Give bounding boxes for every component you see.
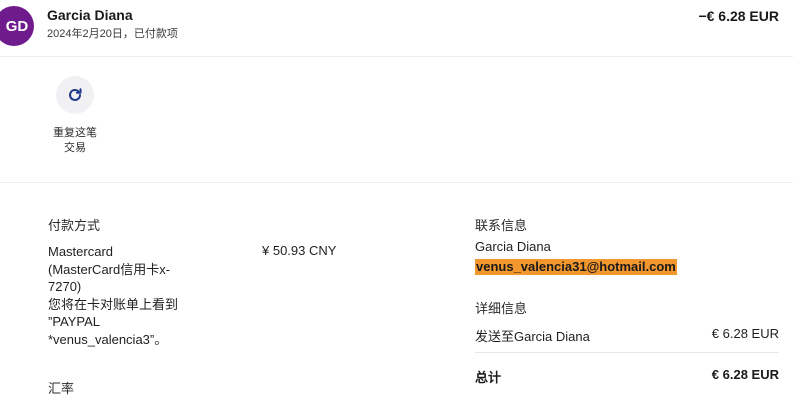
total-divider bbox=[475, 352, 779, 353]
avatar: GD bbox=[0, 6, 34, 46]
avatar-initials: GD bbox=[5, 17, 29, 35]
section-divider bbox=[0, 182, 793, 183]
payment-line: 7270) bbox=[48, 279, 82, 294]
ship-to-label: 发送至Garcia Diana bbox=[475, 329, 590, 344]
payment-line: ”PAYPAL bbox=[48, 314, 101, 329]
payment-line: 您将在卡对账单上看到 bbox=[48, 296, 179, 312]
payment-line: (MasterCard信用卡x- bbox=[48, 261, 171, 277]
exchange-rate-title: 汇率 bbox=[48, 381, 75, 396]
payment-method-title: 付款方式 bbox=[48, 218, 101, 233]
contact-email[interactable]: venus_valencia31@hotmail.com bbox=[475, 259, 677, 275]
repeat-transaction-label[interactable]: 重复这笔 交易 bbox=[50, 126, 100, 156]
repeat-transaction[interactable]: 重复这笔 交易 bbox=[40, 76, 110, 156]
repeat-label-line2: 交易 bbox=[64, 142, 86, 154]
repeat-label-line1: 重复这笔 bbox=[53, 127, 97, 139]
refresh-icon bbox=[69, 88, 82, 101]
payment-line: Mastercard bbox=[48, 244, 114, 259]
ship-to-amount: € 6.28 EUR bbox=[711, 326, 779, 341]
payment-method-details: Mastercard (MasterCard信用卡x- 7270) 您将在卡对账… bbox=[48, 243, 208, 348]
transaction-date-status: 2024年2月20日，已付款项 bbox=[47, 28, 178, 40]
payee-name: Garcia Diana bbox=[47, 7, 133, 23]
transaction-amount: −€ 6.28 EUR bbox=[698, 8, 779, 24]
payment-amount-cny: ¥ 50.93 CNY bbox=[262, 243, 337, 258]
details-title: 详细信息 bbox=[475, 301, 528, 316]
payment-line: *venus_valencia3”。 bbox=[48, 331, 168, 347]
repeat-transaction-button[interactable] bbox=[56, 76, 94, 114]
contact-info-title: 联系信息 bbox=[475, 218, 528, 233]
total-amount: € 6.28 EUR bbox=[711, 367, 779, 382]
transaction-header: GD Garcia Diana 2024年2月20日，已付款项 −€ 6.28 … bbox=[0, 0, 793, 57]
total-label: 总计 bbox=[475, 370, 502, 385]
contact-name: Garcia Diana bbox=[475, 239, 551, 254]
